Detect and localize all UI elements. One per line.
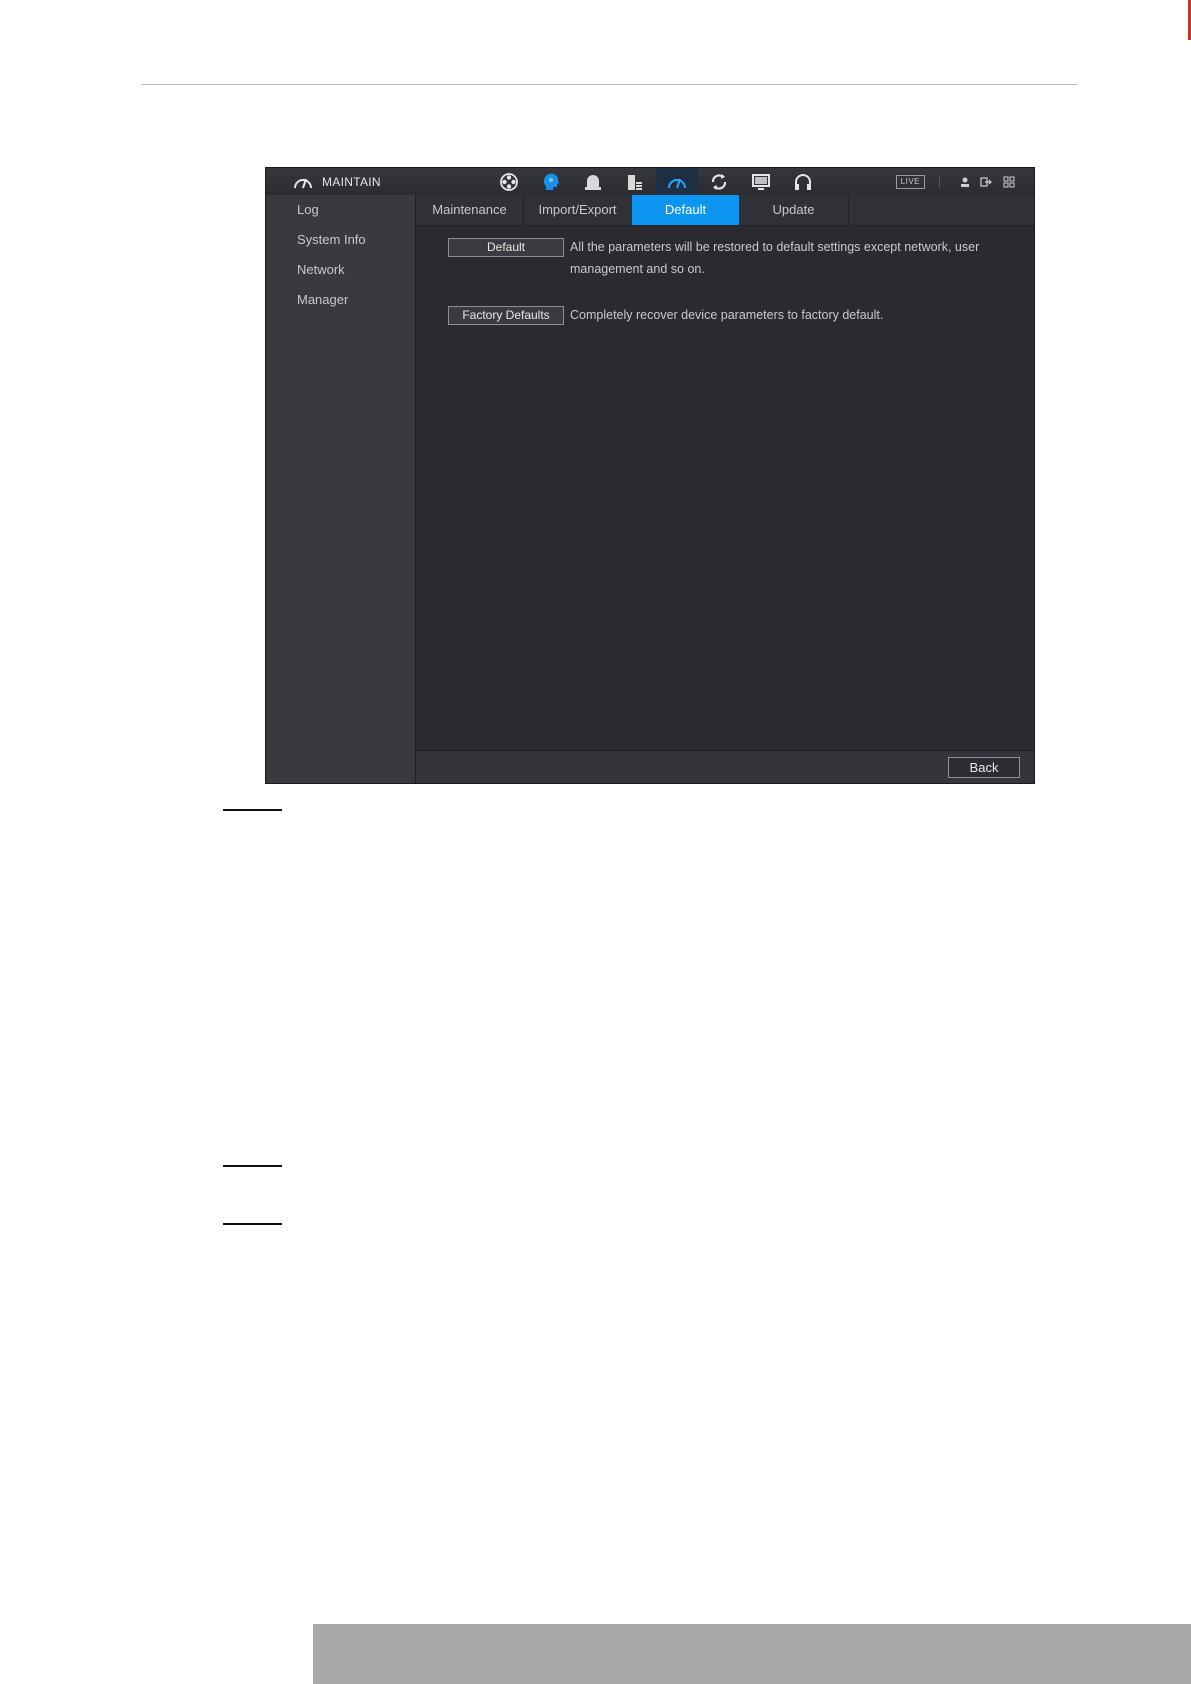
module-nav [488,168,824,195]
user-button[interactable] [958,176,972,188]
logout-button[interactable] [980,176,994,188]
default-button[interactable]: Default [448,238,564,257]
tab-default[interactable]: Default [632,195,740,225]
top-right-tools: LIVE [895,168,1016,195]
maintain-gauge-icon [668,178,686,188]
factory-defaults-description: Completely recover device parameters to … [570,308,884,322]
nav-sync[interactable] [698,168,740,195]
nav-storage[interactable] [614,168,656,195]
nav-ai[interactable] [530,168,572,195]
sidebar: Log System Info Network Manager [266,195,416,783]
default-settings-panel: Default All the parameters will be resto… [416,226,1034,749]
tab-import-export[interactable]: Import/Export [523,195,633,225]
ai-head-icon [543,173,559,190]
live-button[interactable]: LIVE [895,174,925,189]
brand: MAINTAIN [292,172,381,191]
user-icon [961,177,969,187]
sync-icon [711,173,727,190]
app-title: MAINTAIN [322,174,381,189]
display-icon [752,173,770,190]
default-description-line2: management and so on. [570,262,705,276]
camera-reel-icon [500,172,518,191]
top-nav-bar: MAINTAIN LIVE [266,168,1034,196]
nav-audio[interactable] [782,168,824,195]
sidebar-item-network[interactable]: Network [266,255,415,285]
sidebar-item-system-info[interactable]: System Info [266,225,415,255]
grid-button[interactable] [1002,176,1016,188]
step-underline [223,1223,282,1225]
maintain-gauge-icon [294,178,312,188]
audio-headphones-icon [795,173,811,190]
factory-defaults-button[interactable]: Factory Defaults [448,306,564,325]
page-header-rule [141,84,1077,85]
nav-alarm[interactable] [572,168,614,195]
storage-icon [628,174,642,190]
default-description-line1: All the parameters will be restored to d… [570,240,980,254]
sidebar-item-manager[interactable]: Manager [266,285,415,315]
nav-maintain[interactable] [656,168,698,195]
tab-update[interactable]: Update [739,195,849,225]
main-panel: Maintenance Import/Export Default Update… [416,195,1034,783]
nav-camera[interactable] [488,168,530,195]
step-underline [223,1165,282,1167]
tab-bar: Maintenance Import/Export Default Update [416,195,1034,226]
sidebar-item-log[interactable]: Log [266,195,415,225]
tab-maintenance[interactable]: Maintenance [416,195,524,225]
grid-icon [1003,176,1015,187]
nav-display[interactable] [740,168,782,195]
page-footer-band [313,1624,1191,1684]
back-button[interactable]: Back [948,757,1020,778]
bottom-bar: Back [416,750,1034,783]
step-underline [223,809,282,811]
logout-icon [980,176,992,187]
tool-divider [939,175,940,188]
maintain-window: MAINTAIN LIVE Log System Info Network Ma… [265,167,1035,784]
alarm-bell-icon [585,174,601,190]
default-description: All the parameters will be restored to d… [570,236,1020,280]
